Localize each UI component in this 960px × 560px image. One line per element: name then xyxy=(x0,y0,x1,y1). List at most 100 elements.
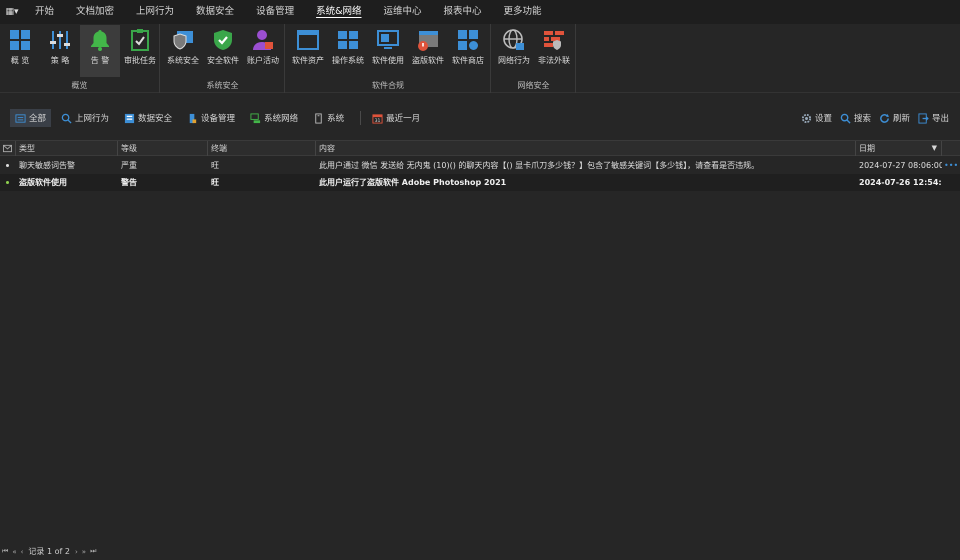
cell-content: 此用户通过 微信 发送给 无内鬼 (10)() 的聊天内容【() 显卡爪刀多少钱… xyxy=(319,161,760,170)
table-row[interactable]: 盗版软件使用 警告 旺 此用户运行了盗版软件 Adobe Photoshop 2… xyxy=(0,174,960,191)
menu-web-behavior[interactable]: 上网行为 xyxy=(125,0,185,24)
software-store-button[interactable]: 软件商店 xyxy=(448,25,488,77)
search-icon xyxy=(840,113,851,124)
app-menu-button[interactable]: ▦▾ xyxy=(0,0,24,24)
filter-all-label: 全部 xyxy=(29,114,47,124)
menu-system-network[interactable]: 系统&网络 xyxy=(305,0,372,24)
warning-window-icon xyxy=(418,31,438,51)
operating-system-button[interactable]: 操作系统 xyxy=(328,25,368,77)
menu-doc-encrypt[interactable]: 文档加密 xyxy=(65,0,125,24)
security-software-button[interactable]: 安全软件 xyxy=(203,25,243,77)
ribbon-group-network-security: 网络行为 非法外联 网络安全 xyxy=(492,24,576,93)
column-header-terminal[interactable]: 终端 xyxy=(208,141,316,156)
last-page-button[interactable]: ⏭ xyxy=(90,547,96,556)
monitor-icon xyxy=(377,30,399,49)
menu-device-mgmt[interactable]: 设备管理 xyxy=(245,0,305,24)
table-row[interactable]: 聊天敏感词告警 严重 旺 此用户通过 微信 发送给 无内鬼 (10)() 的聊天… xyxy=(0,157,960,174)
filter-data-security[interactable]: 数据安全 xyxy=(119,109,177,127)
overview-button[interactable]: 概 览 xyxy=(0,25,40,77)
cell-content: 此用户运行了盗版软件 Adobe Photoshop 2021 xyxy=(319,178,507,187)
settings-label: 设置 xyxy=(814,114,832,124)
ribbon-group-software-compliance: 软件资产 操作系统 软件使用 盗版软件 软件商店 软件合规 xyxy=(286,24,491,93)
toolbar-actions: 设置 搜索 刷新 导出 xyxy=(798,105,954,131)
group-title-software-compliance: 软件合规 xyxy=(372,81,404,90)
refresh-button[interactable]: 刷新 xyxy=(876,109,913,127)
pager: ⏮ « ‹ 记录 1 of 2 › » ⏭ xyxy=(0,543,960,560)
filter-system-network-label: 系统网络 xyxy=(264,114,299,124)
menu-ops-center[interactable]: 运维中心 xyxy=(373,0,433,24)
next-block-button[interactable]: » xyxy=(82,548,86,556)
ribbon-group-overview: 概 览 策 略 告 警 审批任务 概览 xyxy=(0,24,160,93)
column-header-type[interactable]: 类型 xyxy=(16,141,118,156)
menu-report-center[interactable]: 报表中心 xyxy=(433,0,493,24)
settings-button[interactable]: 设置 xyxy=(798,109,835,127)
cell-terminal: 旺 xyxy=(211,161,219,170)
illegal-outbound-button[interactable]: 非法外联 xyxy=(534,25,574,77)
first-page-button[interactable]: ⏮ xyxy=(2,547,8,556)
period-label: 最近一月 xyxy=(386,114,421,124)
globe-icon xyxy=(503,29,524,50)
group-title-system-security: 系统安全 xyxy=(206,81,239,90)
bell-icon xyxy=(91,30,109,51)
alert-button[interactable]: 告 警 xyxy=(80,25,120,77)
column-header-content[interactable]: 内容 xyxy=(316,141,856,156)
search-label: 搜索 xyxy=(853,114,871,124)
select-all-column[interactable] xyxy=(0,141,16,156)
row-status-dot xyxy=(6,164,9,167)
filter-separator xyxy=(360,111,362,125)
system-security-button[interactable]: 系统安全 xyxy=(163,25,203,77)
software-store-label: 软件商店 xyxy=(452,56,484,65)
column-header-level[interactable]: 等级 xyxy=(118,141,208,156)
list-icon xyxy=(15,113,26,123)
filter-device-mgmt[interactable]: 设备管理 xyxy=(182,109,240,127)
pirated-software-button[interactable]: 盗版软件 xyxy=(408,25,448,77)
prev-block-button[interactable]: « xyxy=(12,548,16,556)
software-assets-button[interactable]: 软件资产 xyxy=(288,25,328,77)
next-page-button[interactable]: › xyxy=(75,548,78,556)
filter-bar: 全部 上网行为 数据安全 设备管理 系统网络 系统 31 最近一月 设置 搜索 xyxy=(0,105,960,131)
network-behavior-button[interactable]: 网络行为 xyxy=(494,25,534,77)
period-selector[interactable]: 31 最近一月 xyxy=(367,109,425,127)
shield-check-icon xyxy=(214,30,232,50)
svg-text:31: 31 xyxy=(375,118,381,124)
software-assets-label: 软件资产 xyxy=(292,56,324,65)
apps-icon xyxy=(458,30,478,50)
software-usage-button[interactable]: 软件使用 xyxy=(368,25,408,77)
row-more-button[interactable]: ••• xyxy=(942,157,960,174)
approval-task-button[interactable]: 审批任务 xyxy=(120,25,160,77)
menu-data-security[interactable]: 数据安全 xyxy=(185,0,245,24)
ribbon: 概 览 策 略 告 警 审批任务 概览 系统安全 安全软件 账户活动 系统安全 xyxy=(0,24,960,93)
network-behavior-label: 网络行为 xyxy=(498,56,530,65)
cell-date: 2024-07-26 12:54:07 xyxy=(859,178,942,187)
export-label: 导出 xyxy=(931,114,949,124)
export-icon xyxy=(918,112,929,124)
filter-system[interactable]: 系统 xyxy=(308,109,349,127)
cell-type: 盗版软件使用 xyxy=(19,178,67,187)
export-button[interactable]: 导出 xyxy=(915,109,952,127)
alert-label: 告 警 xyxy=(90,56,110,65)
column-header-date[interactable]: 日期 ▼ xyxy=(856,141,942,156)
usb-drive-icon xyxy=(189,113,197,123)
cell-level: 严重 xyxy=(121,161,137,170)
menu-start[interactable]: 开始 xyxy=(24,0,65,24)
filter-system-network[interactable]: 系统网络 xyxy=(245,109,303,127)
policy-label: 策 略 xyxy=(50,56,70,65)
data-icon xyxy=(124,113,135,123)
search-button[interactable]: 搜索 xyxy=(837,109,874,127)
window-icon xyxy=(297,30,319,50)
pirated-software-label: 盗版软件 xyxy=(412,56,444,65)
sort-desc-icon: ▼ xyxy=(931,144,937,152)
refresh-icon xyxy=(880,113,890,123)
filter-web-behavior[interactable]: 上网行为 xyxy=(56,109,114,127)
prev-page-button[interactable]: ‹ xyxy=(21,548,24,556)
policy-button[interactable]: 策 略 xyxy=(40,25,80,77)
filter-system-label: 系统 xyxy=(327,114,345,124)
table-header: 类型 等级 终端 内容 日期 ▼ xyxy=(0,140,960,156)
filter-all[interactable]: 全部 xyxy=(10,109,52,127)
software-usage-label: 软件使用 xyxy=(372,56,404,65)
security-software-label: 安全软件 xyxy=(207,56,239,65)
account-activity-button[interactable]: 账户活动 xyxy=(243,25,283,77)
refresh-label: 刷新 xyxy=(892,114,910,124)
menu-more[interactable]: 更多功能 xyxy=(493,0,553,24)
grid-icon xyxy=(10,30,30,50)
